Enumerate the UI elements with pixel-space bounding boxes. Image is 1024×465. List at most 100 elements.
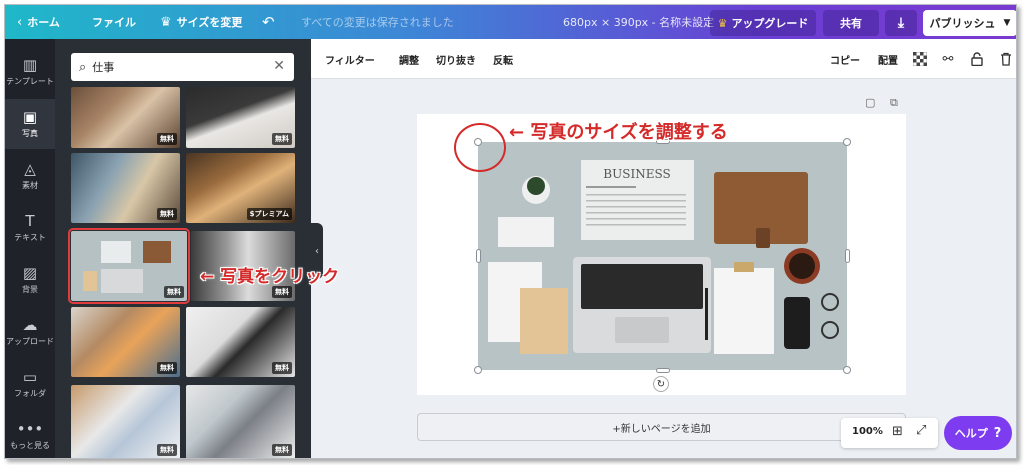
rail-item-upload[interactable]: ☁ アップロード (5, 307, 55, 357)
canvas-photo-image: BUSINESS (478, 142, 847, 370)
rail-item-more[interactable]: ••• もっと見る (5, 411, 55, 458)
elements-icon: ◬ (24, 160, 36, 178)
crop-button[interactable]: 切り抜き (436, 39, 476, 79)
badge-label: 無料 (157, 444, 177, 456)
badge-label: 無料 (272, 133, 292, 145)
share-label: 共有 (840, 17, 862, 30)
side-rail: ▥ テンプレート ▣ 写真 ◬ 素材 T テキスト ▨ 背景 ☁ アップロード … (5, 39, 55, 458)
undo-icon[interactable]: ↶ (262, 5, 275, 39)
photo-thumbnail[interactable]: $プレミアム (186, 153, 295, 223)
photo-icon: ▣ (22, 108, 38, 126)
photo-thumbnail[interactable]: 無料 (186, 385, 295, 458)
resize-handle-bottom-left[interactable] (474, 366, 482, 374)
rail-item-text[interactable]: T テキスト (5, 203, 55, 253)
add-page-button[interactable]: +新しいページを追加 (417, 413, 906, 441)
arrange-button[interactable]: 配置 (878, 39, 898, 79)
filter-button[interactable]: フィルター (325, 39, 375, 79)
annotation-click-note: ← 写真をクリック (200, 267, 340, 287)
badge-label: 無料 (157, 362, 177, 374)
lock-icon[interactable] (968, 50, 986, 68)
home-label: ホーム (27, 16, 60, 29)
publish-label: パブリッシュ (929, 17, 996, 30)
rail-label: アップロード (6, 337, 54, 346)
thumb-folder (83, 271, 97, 291)
rail-item-photos[interactable]: ▣ 写真 (5, 99, 55, 149)
badge-label: 無料 (157, 208, 177, 220)
photo-panel: ⌕ ✕ 無料 無料 無料 $プレミアム 無料 無料 (55, 39, 311, 458)
resize-handle-bottom-right[interactable] (843, 366, 851, 374)
template-icon: ▥ (22, 56, 38, 74)
adjust-button[interactable]: 調整 (399, 39, 419, 79)
resize-label: サイズを変更 (176, 16, 243, 29)
newspaper-headline: BUSINESS (603, 167, 670, 181)
folder-icon: ▭ (22, 368, 38, 386)
app-window: ‹ ホーム ファイル ♛ サイズを変更 ↶ すべての変更は保存されました 680… (4, 4, 1017, 459)
photo-thumbnail-selected[interactable]: 無料 (68, 228, 190, 304)
duplicate-page-icon[interactable]: ⧉ (890, 96, 898, 110)
crown-icon: ♛ (160, 14, 172, 30)
search-box[interactable]: ⌕ ✕ (71, 53, 294, 81)
close-icon[interactable]: ✕ (273, 58, 285, 74)
crown-icon: ♛ (717, 16, 728, 30)
trash-icon[interactable] (997, 50, 1015, 68)
photo-thumbnail[interactable]: 無料 (71, 153, 180, 223)
rail-label: もっと見る (10, 441, 50, 450)
chevron-down-icon: ▼ (1003, 18, 1011, 28)
editor-toolbar: フィルター 調整 切り抜き 反転 コピー 配置 ⚯ (311, 39, 1016, 79)
publish-button[interactable]: パブリッシュ ▼ (923, 10, 1016, 36)
rail-item-folder[interactable]: ▭ フォルダ (5, 359, 55, 409)
rail-label: フォルダ (14, 389, 46, 398)
resize-button[interactable]: ♛ サイズを変更 (160, 5, 242, 39)
home-button[interactable]: ‹ ホーム (17, 5, 60, 39)
badge-label: 無料 (272, 362, 292, 374)
badge-label: 無料 (272, 444, 292, 456)
note-icon[interactable]: ▢ (865, 96, 875, 109)
rail-item-templates[interactable]: ▥ テンプレート (5, 47, 55, 97)
search-input[interactable] (92, 60, 243, 74)
help-label: ヘルプ (954, 427, 988, 440)
rail-label: 背景 (22, 285, 38, 294)
upgrade-button[interactable]: ♛ アップグレード (710, 10, 816, 36)
rail-item-background[interactable]: ▨ 背景 (5, 255, 55, 305)
file-menu[interactable]: ファイル (92, 5, 136, 39)
flip-button[interactable]: 反転 (493, 39, 513, 79)
rail-label: テキスト (14, 233, 46, 242)
thumb-notebook (143, 241, 171, 263)
resize-handle-top-right[interactable] (843, 138, 851, 146)
copy-button[interactable]: コピー (830, 39, 860, 79)
design-dimensions[interactable]: 680px × 390px - 名称未設定 (563, 5, 714, 39)
thumb-laptop (101, 269, 143, 293)
save-status: すべての変更は保存されました (301, 16, 454, 29)
transparency-icon[interactable] (911, 50, 929, 68)
badge-label: 無料 (157, 133, 177, 145)
canvas-photo[interactable]: BUSINESS (478, 142, 847, 370)
rail-item-elements[interactable]: ◬ 素材 (5, 151, 55, 201)
share-button[interactable]: 共有 (823, 10, 879, 36)
search-icon: ⌕ (79, 59, 87, 75)
annotation-resize-note: ← 写真のサイズを調整する (509, 122, 728, 143)
zoom-level[interactable]: 100% (852, 426, 883, 437)
grid-view-icon[interactable]: ⊞ (892, 424, 903, 439)
zoom-controls: 100% ⊞ ⤢ (841, 418, 938, 448)
photo-thumbnail[interactable]: 無料 (71, 87, 180, 148)
text-icon: T (25, 212, 35, 230)
fullscreen-icon[interactable]: ⤢ (916, 423, 926, 438)
resize-handle-right[interactable] (845, 249, 850, 263)
file-label: ファイル (92, 16, 136, 29)
more-icon: ••• (16, 420, 44, 438)
photo-thumbnail[interactable]: 無料 (71, 307, 180, 377)
photo-thumbnail[interactable]: 無料 (186, 87, 295, 148)
question-icon: ? (993, 425, 1002, 441)
photo-thumbnail[interactable]: 無料 (186, 307, 295, 377)
thumb-newspaper (101, 241, 131, 263)
resize-handle-left[interactable] (476, 249, 481, 263)
download-icon[interactable]: ⤓ (885, 10, 917, 36)
photo-thumbnail[interactable]: 無料 (71, 385, 180, 458)
resize-handle-bottom[interactable] (656, 368, 670, 373)
rail-label: 写真 (22, 129, 38, 138)
upgrade-label: アップグレード (731, 17, 809, 30)
link-icon[interactable]: ⚯ (939, 50, 957, 68)
help-button[interactable]: ヘルプ ? (944, 416, 1012, 450)
badge-label: 無料 (272, 286, 292, 298)
rotate-icon[interactable]: ↻ (653, 376, 669, 392)
